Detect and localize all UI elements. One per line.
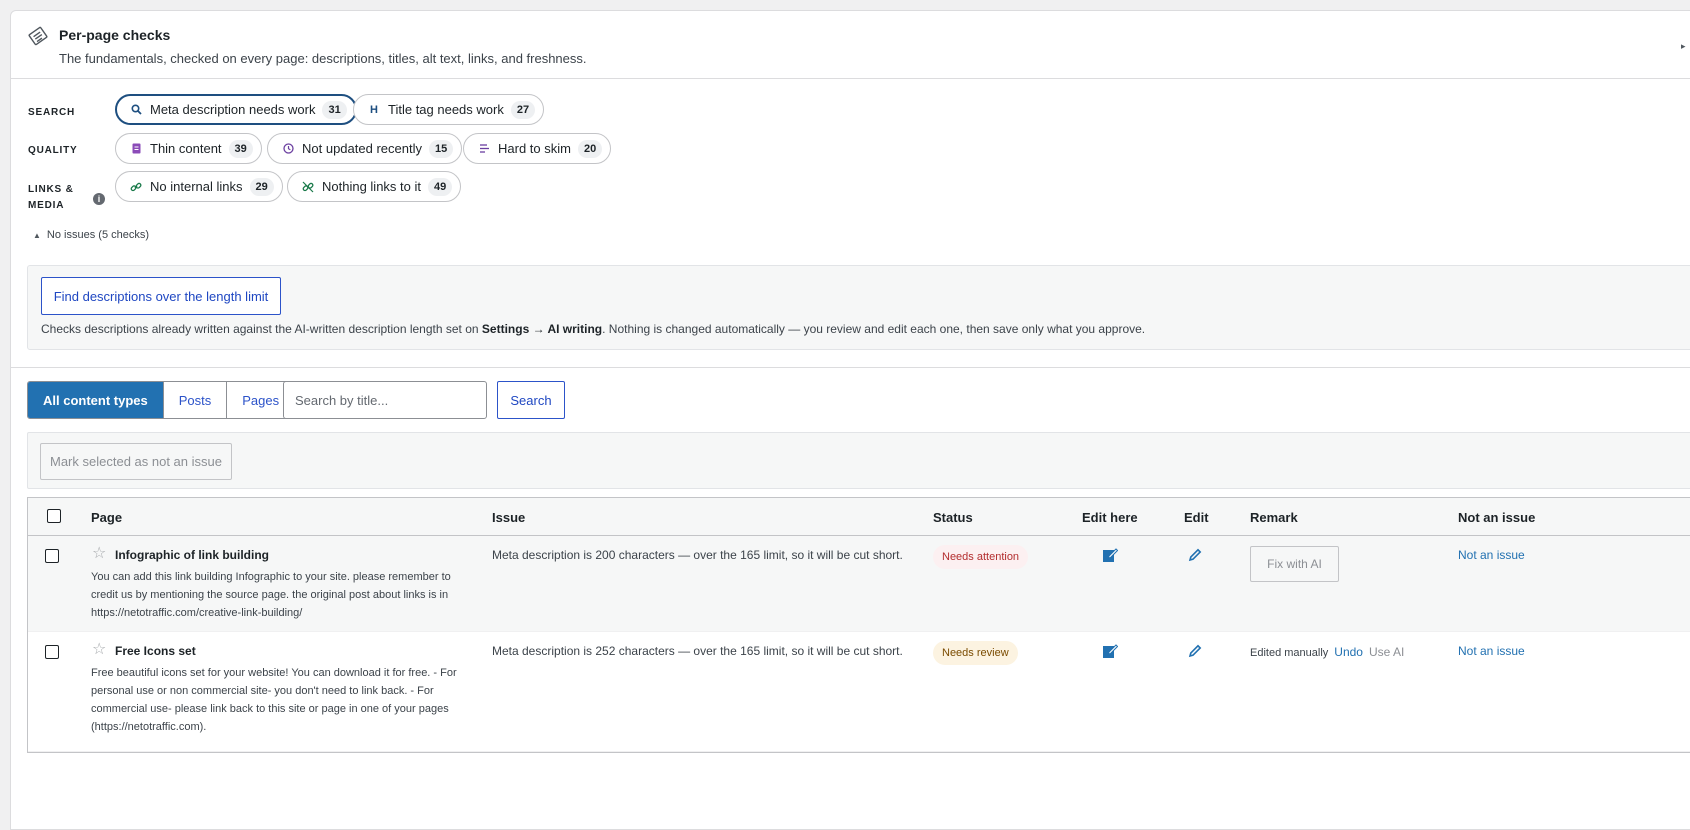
collapse-caret-icon[interactable]: ▸ [1681, 41, 1686, 52]
page-title[interactable]: Free Icons set [115, 644, 196, 658]
link-icon [129, 181, 143, 193]
document-icon [129, 143, 143, 154]
not-an-issue-link[interactable]: Not an issue [1458, 644, 1525, 658]
text-lines-icon [477, 143, 491, 154]
column-edit-here: Edit here [1082, 510, 1138, 525]
remark: Edited manually Undo Use AI [1250, 645, 1404, 659]
chip-meta-description[interactable]: Meta description needs work 31 [115, 94, 357, 125]
issue-text: Meta description is 200 characters — ove… [492, 548, 903, 562]
panel-description: The fundamentals, checked on every page:… [59, 51, 587, 66]
filter-posts[interactable]: Posts [162, 382, 227, 418]
select-all-checkbox[interactable] [47, 509, 61, 523]
info-icon[interactable]: i [93, 193, 105, 205]
chip-not-updated[interactable]: Not updated recently 15 [267, 133, 463, 164]
chip-label: Not updated recently [302, 141, 422, 156]
row-checkbox[interactable] [45, 549, 59, 563]
undo-link[interactable]: Undo [1334, 645, 1363, 659]
no-issues-toggle[interactable]: ▲ No issues (5 checks) [33, 229, 149, 241]
find-descriptions-button[interactable]: Find descriptions over the length limit [41, 277, 281, 315]
mark-not-issue-button[interactable]: Mark selected as not an issue [40, 443, 232, 480]
tool-note-text: Checks descriptions already written agai… [41, 322, 482, 336]
column-edit: Edit [1184, 510, 1209, 525]
per-page-checks-panel: Per-page checks The fundamentals, checke… [10, 10, 1690, 830]
chip-label: Nothing links to it [322, 179, 421, 194]
use-ai-link[interactable]: Use AI [1369, 645, 1404, 659]
page-excerpt: Free beautiful icons set for your websit… [91, 667, 457, 733]
divider [11, 367, 1690, 368]
checklist-icon [28, 26, 48, 46]
heading-icon: H [370, 103, 378, 116]
column-page[interactable]: Page [91, 510, 122, 525]
edit-here-icon[interactable] [1102, 643, 1118, 659]
fix-with-ai-button[interactable]: Fix with AI [1250, 546, 1339, 582]
length-check-tool: Find descriptions over the length limit … [27, 265, 1690, 350]
settings-path: Settings → AI writing [481, 322, 603, 336]
chip-label: Hard to skim [498, 141, 571, 156]
chip-nothing-links[interactable]: Nothing links to it 49 [287, 171, 462, 202]
column-remark: Remark [1250, 510, 1298, 525]
chip-thin-content[interactable]: Thin content 39 [115, 133, 262, 164]
chip-count: 31 [322, 100, 347, 119]
column-not-an-issue: Not an issue [1458, 510, 1536, 525]
chip-label: Title tag needs work [388, 102, 504, 117]
group-label-search: SEARCH [28, 107, 76, 118]
filter-all-content-types[interactable]: All content types [28, 382, 163, 418]
chip-count: 15 [428, 139, 454, 158]
status-badge: Needs attention [933, 545, 1029, 569]
chip-hard-to-skim[interactable]: Hard to skim 20 [463, 133, 612, 164]
page-title[interactable]: Infographic of link building [115, 548, 269, 562]
chip-title-tag[interactable]: H Title tag needs work 27 [353, 94, 545, 125]
search-icon [129, 104, 143, 115]
bulk-actions-bar: Mark selected as not an issue [27, 432, 1690, 489]
page-excerpt: You can add this link building Infograph… [91, 571, 451, 619]
chip-count: 29 [249, 177, 274, 196]
chip-label: No internal links [150, 179, 243, 194]
pencil-icon[interactable] [1188, 644, 1202, 658]
table-row: ☆ Infographic of link building You can a… [28, 536, 1690, 632]
broken-link-icon [301, 181, 315, 193]
chip-count: 27 [510, 100, 536, 119]
group-label-line: LINKS & [28, 184, 74, 195]
search-input[interactable] [283, 381, 487, 419]
chip-count: 20 [577, 139, 603, 158]
chip-no-internal-links[interactable]: No internal links 29 [115, 171, 283, 202]
chip-count: 49 [428, 177, 453, 196]
clock-icon [281, 143, 295, 154]
star-icon[interactable]: ☆ [92, 642, 106, 658]
group-label-links-media: LINKS & MEDIA [28, 182, 74, 214]
status-badge: Needs review [933, 641, 1018, 665]
column-status[interactable]: Status [933, 510, 973, 525]
chip-label: Thin content [150, 141, 222, 156]
content-type-filter: All content types Posts Pages [27, 381, 296, 419]
issue-text: Meta description is 252 characters — ove… [492, 644, 903, 658]
chip-label: Meta description needs work [150, 102, 316, 117]
remark-text: Edited manually [1250, 647, 1329, 659]
tool-note: Checks descriptions already written agai… [41, 322, 1145, 336]
panel-title: Per-page checks [59, 27, 171, 43]
edit-here-icon[interactable] [1102, 547, 1118, 563]
row-checkbox[interactable] [45, 645, 59, 659]
results-table: Page Issue Status Edit here Edit Remark … [27, 497, 1690, 753]
pencil-icon[interactable] [1188, 548, 1202, 562]
caret-up-icon: ▲ [33, 231, 41, 240]
panel-header[interactable]: Per-page checks The fundamentals, checke… [11, 11, 1690, 79]
table-header: Page Issue Status Edit here Edit Remark … [28, 498, 1690, 536]
table-row: ☆ Free Icons set Free beautiful icons se… [28, 632, 1690, 752]
group-label-line: MEDIA [28, 200, 65, 211]
search-button[interactable]: Search [497, 381, 565, 419]
not-an-issue-link[interactable]: Not an issue [1458, 548, 1525, 562]
chip-count: 39 [228, 139, 253, 158]
column-issue[interactable]: Issue [492, 510, 525, 525]
star-icon[interactable]: ☆ [92, 546, 106, 562]
tool-note-text: . Nothing is changed automatically — you… [602, 322, 1146, 336]
no-issues-label: No issues (5 checks) [46, 229, 150, 241]
group-label-quality: QUALITY [28, 145, 78, 156]
